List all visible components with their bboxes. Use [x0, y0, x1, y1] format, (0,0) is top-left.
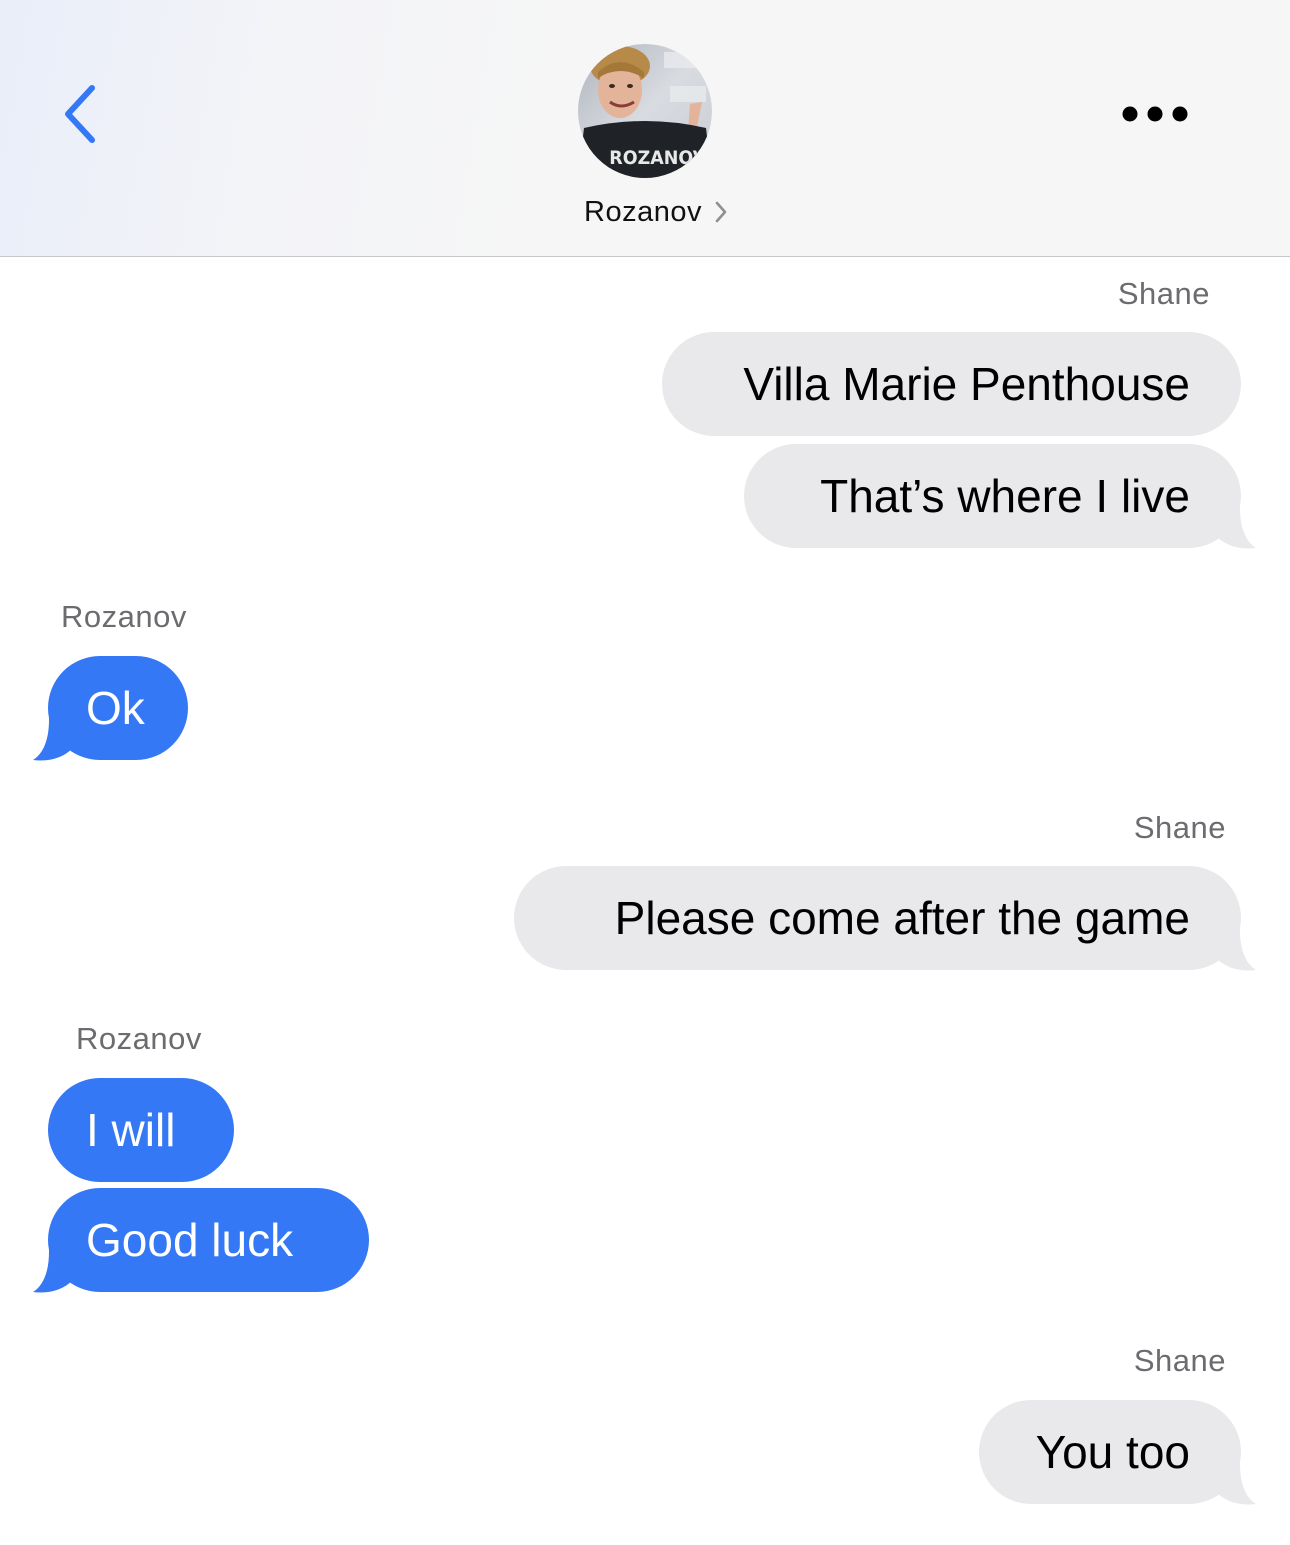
- contact-name-button[interactable]: Rozanov: [0, 190, 1290, 234]
- message-bubble[interactable]: That’s where I live: [744, 444, 1241, 548]
- message-bubble[interactable]: Villa Marie Penthouse: [662, 332, 1241, 436]
- sender-label: Shane: [1133, 1343, 1226, 1378]
- conversation-header: ROZANOV Rozanov: [0, 0, 1290, 257]
- avatar-jersey-text: ROZANOV: [609, 147, 707, 169]
- sender-label: Shane: [1133, 810, 1226, 845]
- ellipsis-icon: [1122, 106, 1188, 122]
- message-bubble[interactable]: Ok: [48, 656, 188, 760]
- message-bubble[interactable]: Please come after the game: [514, 866, 1241, 970]
- avatar[interactable]: ROZANOV: [578, 44, 712, 178]
- message-bubble[interactable]: You too: [979, 1400, 1241, 1504]
- message-bubble[interactable]: I will: [48, 1078, 234, 1182]
- chevron-left-icon: [65, 85, 95, 143]
- contact-name: Rozanov: [584, 195, 702, 228]
- back-button[interactable]: [48, 72, 112, 156]
- sender-label: Shane: [1117, 276, 1210, 311]
- sender-label: Rozanov: [76, 1021, 202, 1056]
- sender-label: Rozanov: [61, 599, 187, 634]
- message-bubble[interactable]: Good luck: [48, 1188, 369, 1292]
- more-options-button[interactable]: [1110, 86, 1200, 142]
- chevron-right-icon: [714, 200, 728, 224]
